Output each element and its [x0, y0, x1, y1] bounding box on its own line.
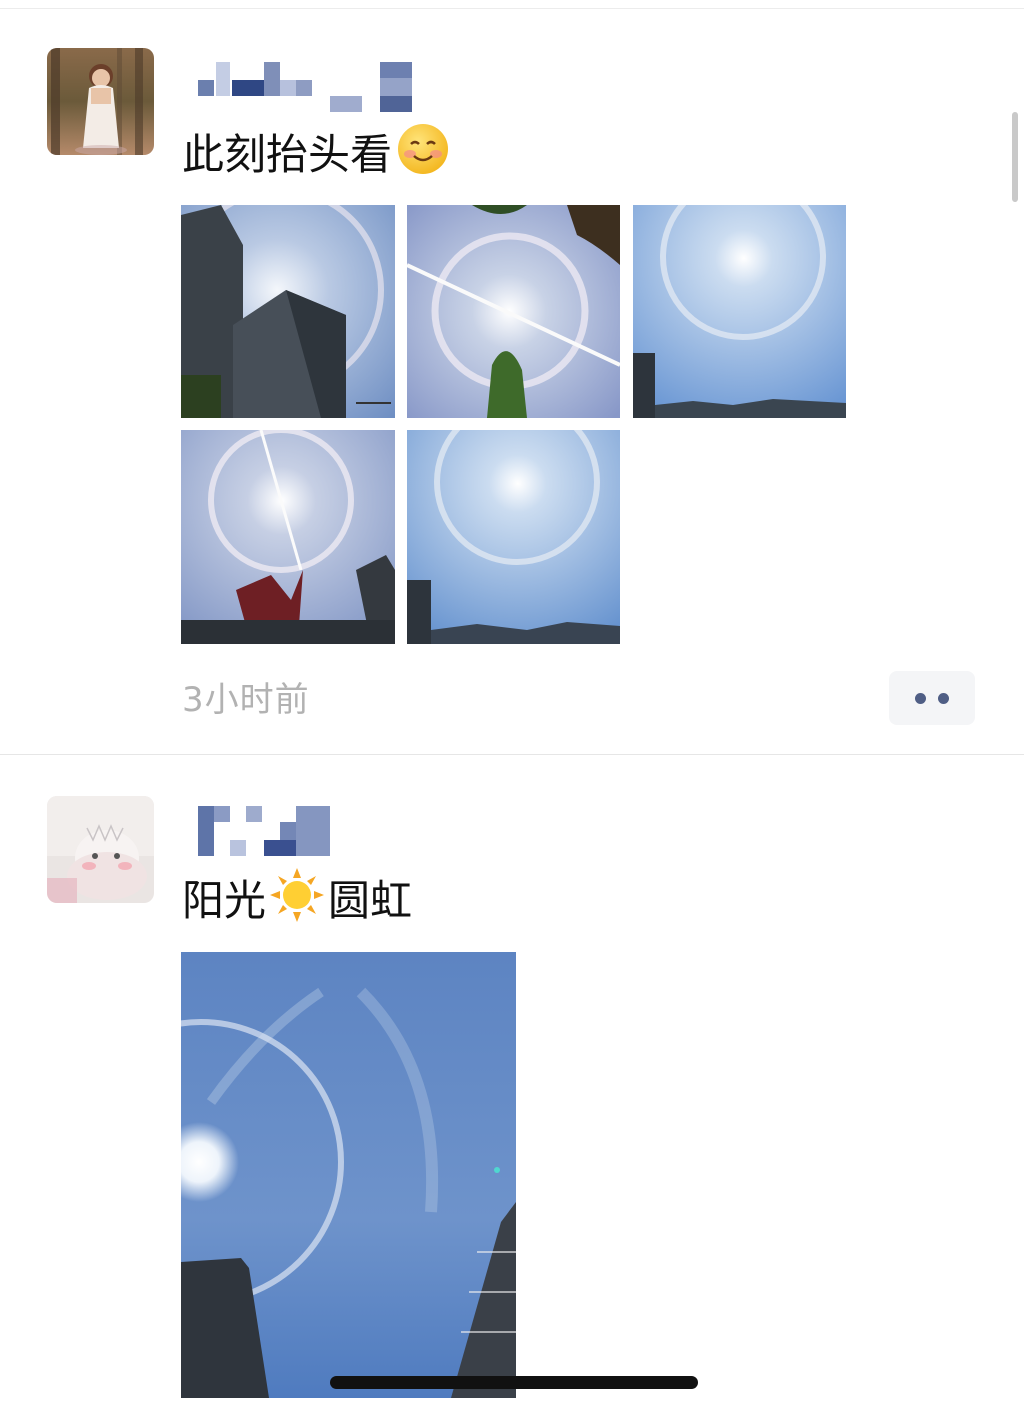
username-mosaic-1[interactable] [198, 62, 418, 114]
photo-3[interactable] [633, 205, 846, 418]
top-divider [0, 8, 1024, 9]
scrollbar[interactable] [1012, 112, 1018, 202]
moments-feed: 此刻抬头看 3小时前 阳光 圆虹 [0, 0, 1024, 1409]
post-text-2: 阳光 圆虹 [182, 868, 412, 934]
dot-icon [915, 692, 926, 704]
post-text-2-label-end: 圆虹 [328, 876, 413, 925]
post-text-1-label: 此刻抬头看 [182, 130, 393, 179]
photo-1[interactable] [181, 205, 395, 418]
avatar-user-1[interactable] [47, 48, 154, 155]
sun-icon [270, 868, 325, 934]
more-actions-button[interactable] [889, 671, 975, 725]
post-timestamp-1: 3小时前 [182, 680, 310, 720]
photo-4[interactable] [181, 430, 395, 644]
photo-2[interactable] [407, 205, 620, 418]
avatar-user-2[interactable] [47, 796, 154, 903]
smiling-face-icon [396, 122, 450, 188]
photo-6[interactable] [181, 952, 516, 1398]
home-indicator[interactable] [330, 1376, 698, 1389]
username-mosaic-2[interactable] [198, 806, 338, 858]
post-text-2-label-start: 阳光 [182, 876, 267, 925]
photo-5[interactable] [407, 430, 620, 644]
post-text-1: 此刻抬头看 [182, 122, 454, 188]
dot-icon [938, 692, 949, 704]
post-divider [0, 754, 1024, 755]
